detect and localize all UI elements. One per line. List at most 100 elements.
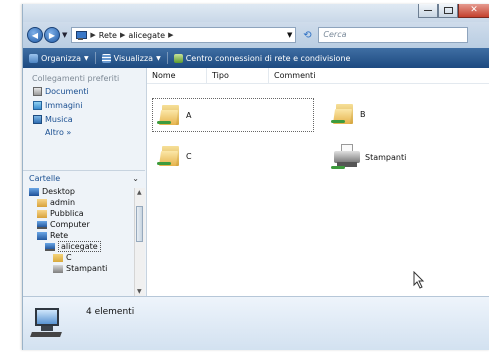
breadcrumb-separator[interactable]: ▶ [168,31,173,39]
network-center-label: Centro connessioni di rete e condivision… [185,53,351,63]
breadcrumb-separator[interactable]: ▶ [90,31,95,39]
explorer-window: ✕ ◀ ▶ ▼ ▶ Rete ▶ alicegate ▶ ▼ ⟲ Cerca O… [22,4,489,350]
view-button[interactable]: Visualizza ▼ [101,53,161,63]
mouse-pointer-icon [413,271,425,289]
command-bar: Organizza ▼ Visualizza ▼ Centro connessi… [23,48,489,68]
breadcrumb-rete[interactable]: Rete [99,31,117,40]
favorite-label: Documenti [45,86,89,96]
chevron-down-icon: ⌄ [132,173,139,183]
file-list: Nome Tipo Commenti A B C Stampanti [147,68,489,296]
tree-item-label: Computer [50,220,90,229]
item-label: A [186,110,192,120]
favorite-documenti[interactable]: Documenti [23,85,146,97]
caption-buttons: ✕ [418,4,489,18]
tree-item-label: admin [50,198,76,207]
scrollbar-thumb[interactable] [136,206,143,242]
organize-button[interactable]: Organizza ▼ [29,53,89,63]
list-item-a[interactable]: A [152,98,314,132]
folders-label: Cartelle [29,173,61,183]
address-row: ◀ ▶ ▼ ▶ Rete ▶ alicegate ▶ ▼ ⟲ Cerca [23,22,489,48]
favorite-label: Immagini [45,100,83,110]
network-icon [75,30,88,40]
breadcrumb-separator[interactable]: ▶ [120,31,125,39]
tree-item-stampanti[interactable]: Stampanti [23,263,133,274]
scroll-up-icon[interactable]: ▲ [137,189,142,196]
command-separator [94,52,96,64]
printer-icon [53,264,63,273]
computer-icon [37,220,47,229]
forward-button[interactable]: ▶ [44,27,60,43]
back-button[interactable]: ◀ [27,27,43,43]
details-pane: 4 elementi [23,296,489,350]
tree-scrollbar[interactable]: ▲ ▼ [134,188,145,296]
network-center-icon [173,53,183,63]
shared-folder-icon [331,102,355,126]
tree-item-alicegate[interactable]: alicegate [23,241,133,252]
desktop-icon [29,187,39,196]
address-dropdown-icon[interactable]: ▼ [287,31,292,39]
tree-item-desktop[interactable]: Desktop [23,186,133,197]
view-icon [101,53,111,63]
refresh-button[interactable]: ⟲ [298,27,316,43]
more-favorites-link[interactable]: Altro » [23,128,146,137]
tree-item-label: Pubblica [50,209,84,218]
navigation-pane: Collegamenti preferiti Documenti Immagin… [23,68,147,296]
scroll-down-icon[interactable]: ▼ [137,288,142,295]
user-folder-icon [37,209,47,218]
recent-pages-dropdown[interactable]: ▼ [62,31,67,39]
user-folder-icon [37,198,47,207]
list-item-c[interactable]: C [157,141,192,171]
computer-icon [45,242,55,251]
minimize-button[interactable] [418,4,438,18]
chevron-down-icon: ▼ [156,54,161,62]
tree-item-label: alicegate [58,241,101,252]
column-header-nome[interactable]: Nome [147,68,207,83]
music-icon [33,114,42,124]
item-label: B [360,109,366,119]
folders-header[interactable]: Cartelle ⌄ [23,170,145,185]
shared-folder-icon [157,103,181,127]
refresh-icon: ⟲ [303,29,312,41]
tree-item-label: Stampanti [66,264,108,273]
network-center-button[interactable]: Centro connessioni di rete e condivision… [173,53,351,63]
tree-item-label: C [66,253,72,262]
favorite-label: Musica [45,114,73,124]
address-bar[interactable]: ▶ Rete ▶ alicegate ▶ ▼ [71,27,297,43]
column-headers: Nome Tipo Commenti [147,68,489,84]
tree-item-admin[interactable]: admin [23,197,133,208]
item-count: 4 elementi [86,307,135,317]
tree-item-label: Desktop [42,187,75,196]
minimize-icon [424,10,432,11]
column-header-commenti[interactable]: Commenti [269,68,349,83]
tree-item-c[interactable]: C [23,252,133,263]
command-separator [166,52,168,64]
title-bar: ✕ [23,4,489,22]
maximize-icon [443,7,453,14]
search-input[interactable]: Cerca [318,27,469,43]
favorite-musica[interactable]: Musica [23,113,146,125]
tree-item-label: Rete [50,231,69,240]
tree-item-computer[interactable]: Computer [23,219,133,230]
shared-printer-icon [331,144,361,170]
breadcrumb-alicegate[interactable]: alicegate [128,31,165,40]
organize-icon [29,53,38,63]
organize-label: Organizza [41,53,82,63]
favorites-header: Collegamenti preferiti [32,74,120,83]
pictures-icon [33,100,42,110]
chevron-down-icon: ▼ [84,54,89,62]
item-label: Stampanti [365,152,407,162]
close-button[interactable]: ✕ [458,4,489,18]
close-icon: ✕ [470,5,478,15]
column-header-tipo[interactable]: Tipo [207,68,269,83]
network-icon [37,231,47,240]
favorite-immagini[interactable]: Immagini [23,99,146,111]
list-item-stampanti[interactable]: Stampanti [331,142,407,172]
maximize-button[interactable] [438,4,458,18]
shared-folder-icon [53,253,63,262]
list-item-b[interactable]: B [331,99,366,129]
view-label: Visualizza [113,53,154,63]
tree-item-rete[interactable]: Rete [23,230,133,241]
computer-icon [30,305,63,339]
tree-item-pubblica[interactable]: Pubblica [23,208,133,219]
item-label: C [186,151,192,161]
